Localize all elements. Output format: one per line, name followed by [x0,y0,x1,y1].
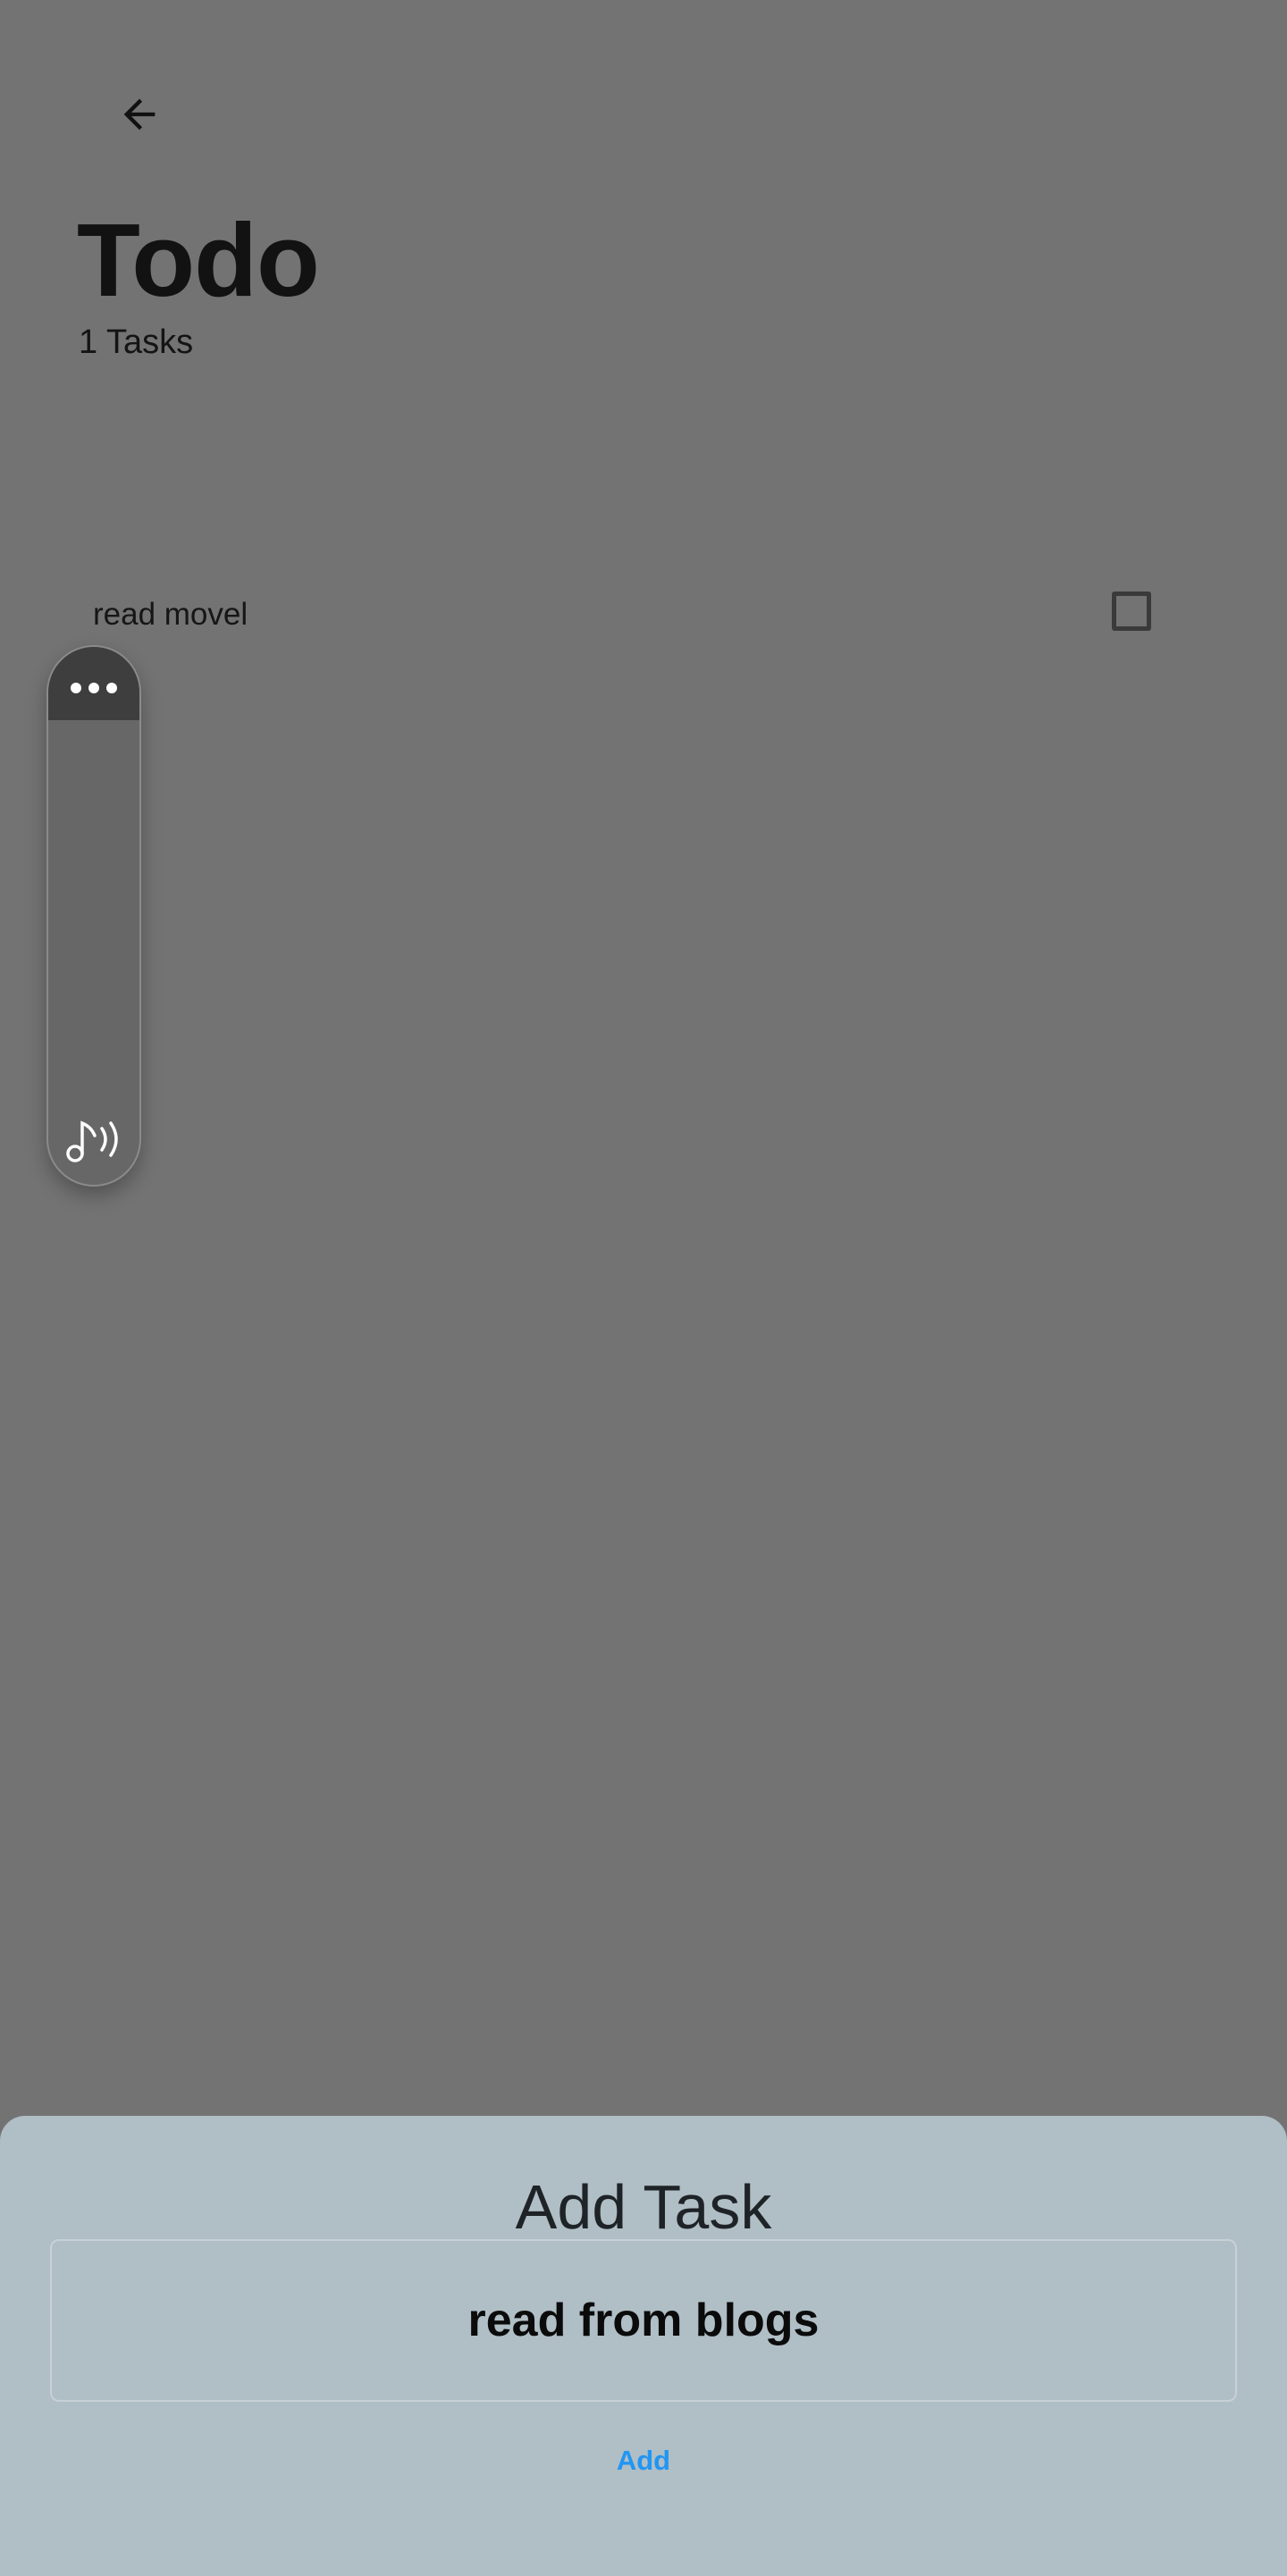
arrow-left-icon [116,91,163,138]
page-title: Todo [77,202,320,318]
more-horizontal-icon [69,672,119,695]
add-task-sheet: Add Task Add [0,2116,1287,2576]
floating-side-panel [46,645,141,1187]
task-row: read movel [72,579,1180,654]
back-button[interactable] [105,86,173,143]
add-button[interactable]: Add [590,2434,697,2488]
sheet-title: Add Task [515,2172,772,2242]
task-input[interactable] [50,2239,1237,2402]
more-options-button[interactable] [48,647,139,720]
task-label: read movel [93,597,248,632]
sound-button[interactable] [48,1110,139,1172]
music-note-sound-icon [64,1114,123,1169]
task-count: 1 Tasks [79,323,194,361]
task-checkbox[interactable] [1112,592,1151,631]
